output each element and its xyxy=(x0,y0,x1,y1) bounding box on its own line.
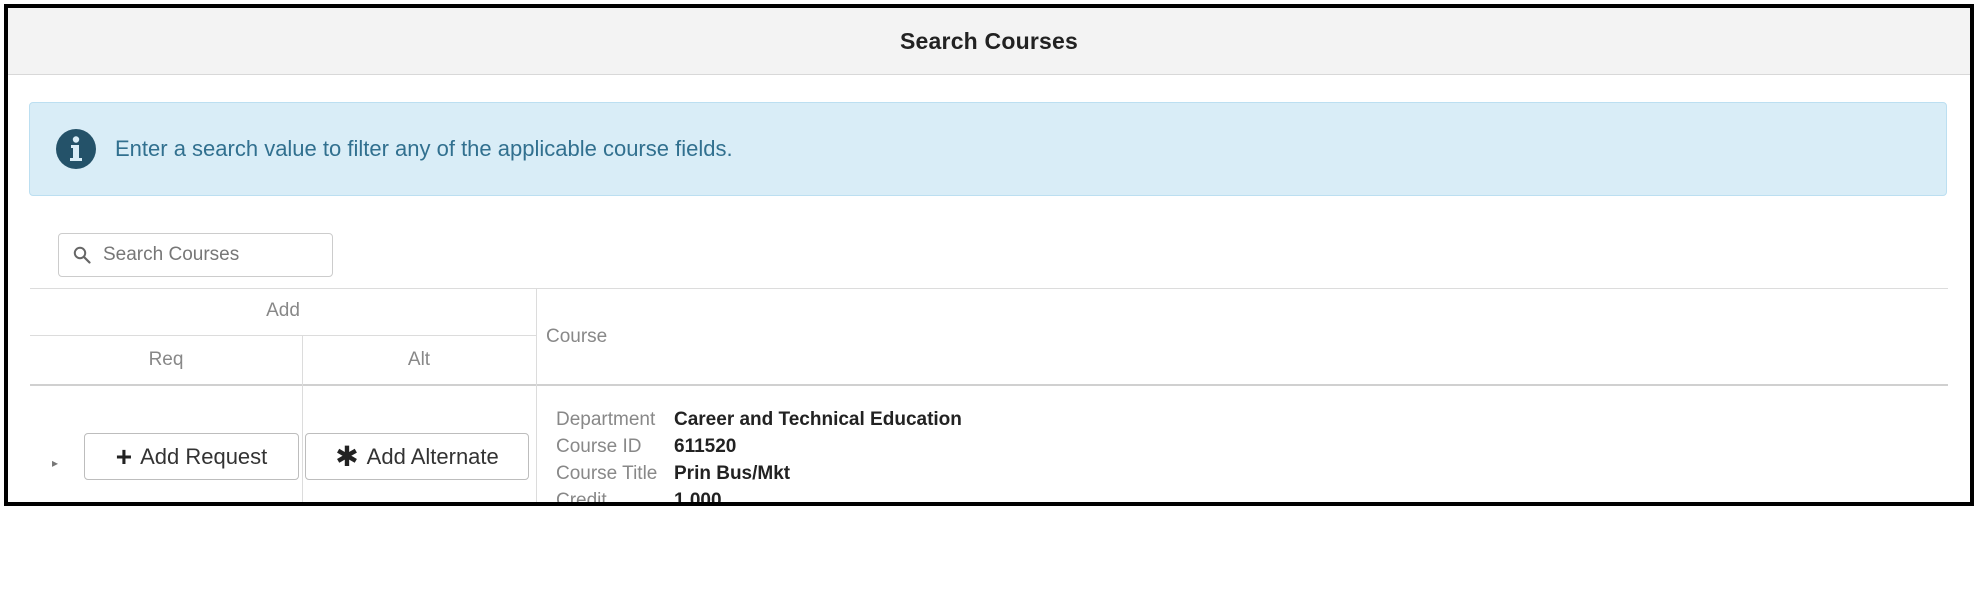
detail-course-title: Course Title Prin Bus/Mkt xyxy=(556,463,791,484)
add-alternate-label: Add Alternate xyxy=(366,443,499,469)
info-circle-icon xyxy=(55,128,97,170)
add-request-label: Add Request xyxy=(140,443,268,469)
search-input[interactable] xyxy=(101,243,325,267)
info-message: Enter a search value to filter any of th… xyxy=(115,136,733,161)
search-icon xyxy=(73,246,91,264)
dialog-header: Search Courses xyxy=(8,8,1970,75)
header-add: Add xyxy=(266,300,300,321)
asterisk-icon: ✱ xyxy=(335,440,359,472)
search-courses-dialog: Search Courses Enter a search value to f… xyxy=(4,4,1974,506)
header-alt[interactable]: Alt xyxy=(302,349,536,371)
header-course[interactable]: Course xyxy=(546,326,607,348)
caret-right-icon[interactable]: ▸ xyxy=(52,456,58,470)
header-req[interactable]: Req xyxy=(30,349,302,371)
add-request-button[interactable]: + Add Request xyxy=(84,433,299,480)
detail-credit: Credit 1.000 xyxy=(556,490,722,506)
info-alert: Enter a search value to filter any of th… xyxy=(29,102,1947,196)
course-details: Department Career and Technical Education… xyxy=(556,406,962,506)
detail-department: Department Career and Technical Education xyxy=(556,409,962,430)
detail-course-id: Course ID 611520 xyxy=(556,436,737,457)
search-box[interactable] xyxy=(58,233,333,277)
add-alternate-button[interactable]: ✱ Add Alternate xyxy=(305,433,529,480)
dialog-title: Search Courses xyxy=(900,27,1078,54)
plus-icon: + xyxy=(115,440,133,472)
